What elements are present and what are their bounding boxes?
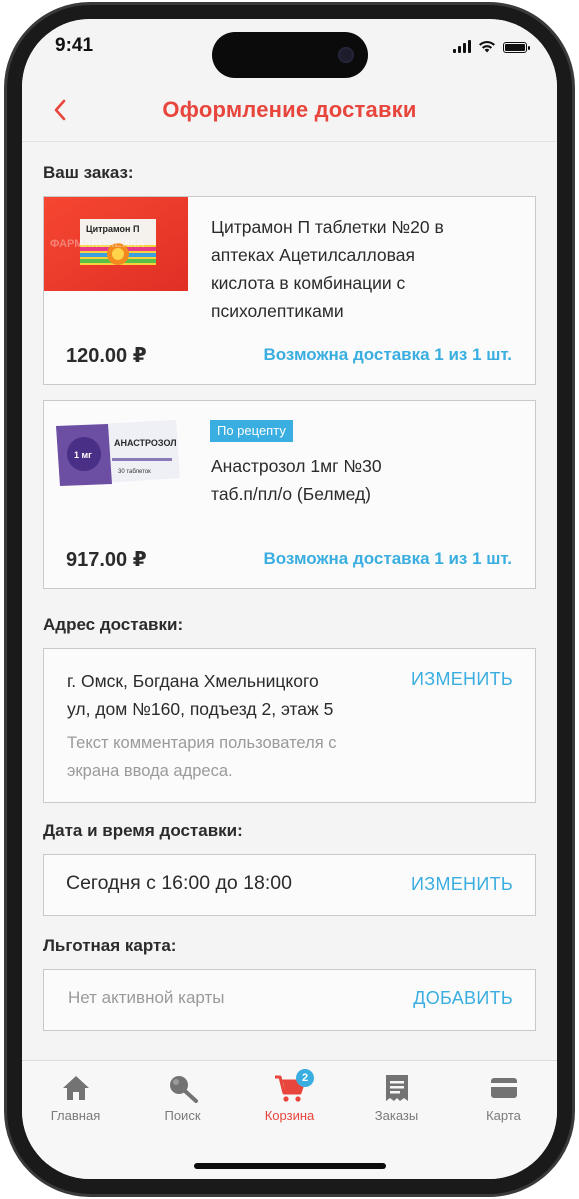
tab-cart[interactable]: 2 Корзина [236, 1069, 343, 1123]
discount-card-card: Нет активной карты ДОБАВИТЬ [43, 969, 536, 1031]
delivery-availability: Возможна доставка 1 из 1 шт. [263, 345, 512, 364]
product-image: Цитрамон П ФАРМАКОПЕЙКА [44, 197, 188, 291]
cart-count-badge: 2 [296, 1069, 314, 1087]
receipt-icon [385, 1075, 408, 1101]
delivery-address: г. Омск, Богдана Хмельницкого ул, дом №1… [67, 671, 334, 719]
battery-icon [503, 42, 530, 53]
delivery-time-section-title: Дата и время доставки: [43, 821, 243, 840]
tab-bar: Главная Поиск 2 Корзина Заказы Карта [22, 1060, 557, 1179]
dynamic-island [212, 32, 368, 78]
delivery-time-value: Сегодня с 16:00 до 18:00 [66, 872, 292, 894]
camera-icon [338, 47, 354, 63]
home-indicator [194, 1163, 386, 1169]
card-icon [490, 1078, 517, 1098]
screen-header: Оформление доставки [22, 79, 557, 142]
change-address-button[interactable]: ИЗМЕНИТЬ [411, 669, 513, 690]
status-bar: 9:41 [22, 19, 557, 79]
signal-icon [453, 40, 471, 53]
product-price: 120.00 ₽ [66, 345, 147, 367]
watermark: ФАРМАКОПЕЙКА [50, 237, 144, 250]
phone-screen: 9:41 Оформление доставки Ваш заказ: Цитр… [22, 19, 557, 1179]
product-image-text: Цитрамон П [86, 224, 139, 234]
status-time: 9:41 [55, 35, 94, 56]
product-name: Цитрамон П таблетки №20 в аптеках Ацетил… [211, 217, 444, 321]
product-image-text: АНАСТРОЗОЛ [114, 438, 177, 448]
prescription-badge: По рецепту [210, 420, 293, 442]
order-item-card[interactable]: Цитрамон П ФАРМАКОПЕЙКА Цитрамон П табле… [43, 196, 536, 385]
product-name: Анастрозол 1мг №30 таб.п/пл/о (Белмед) [211, 456, 382, 504]
address-section-title: Адрес доставки: [43, 615, 184, 634]
product-image-count: 30 таблеток [118, 469, 151, 475]
product-price: 917.00 ₽ [66, 549, 147, 571]
product-image-dose: 1 мг [74, 450, 92, 460]
tab-search[interactable]: Поиск [129, 1073, 236, 1123]
change-time-button[interactable]: ИЗМЕНИТЬ [411, 874, 513, 895]
order-item-card[interactable]: 1 мг АНАСТРОЗОЛ 30 таблеток По рецепту А… [43, 400, 536, 589]
discount-card-section-title: Льготная карта: [43, 936, 177, 955]
add-card-button[interactable]: ДОБАВИТЬ [413, 988, 513, 1009]
discount-card-value: Нет активной карты [68, 988, 225, 1007]
status-icons [453, 39, 530, 53]
product-image: 1 мг АНАСТРОЗОЛ 30 таблеток [56, 420, 180, 486]
address-comment: Текст комментария пользователя с экрана … [67, 734, 337, 780]
wifi-icon [479, 40, 495, 53]
home-icon [62, 1076, 89, 1100]
tab-home[interactable]: Главная [22, 1073, 129, 1123]
address-card: г. Омск, Богдана Хмельницкого ул, дом №1… [43, 648, 536, 803]
checkout-content: Ваш заказ: Цитрамон П ФАРМАКОПЕЙКА Цитра… [22, 142, 557, 1097]
tab-card[interactable]: Карта [450, 1073, 557, 1123]
tab-orders[interactable]: Заказы [343, 1073, 450, 1123]
order-section-title: Ваш заказ: [43, 163, 134, 182]
page-title: Оформление доставки [162, 97, 417, 122]
search-icon [169, 1076, 198, 1103]
delivery-time-card: Сегодня с 16:00 до 18:00 ИЗМЕНИТЬ [43, 854, 536, 916]
delivery-availability: Возможна доставка 1 из 1 шт. [263, 549, 512, 568]
